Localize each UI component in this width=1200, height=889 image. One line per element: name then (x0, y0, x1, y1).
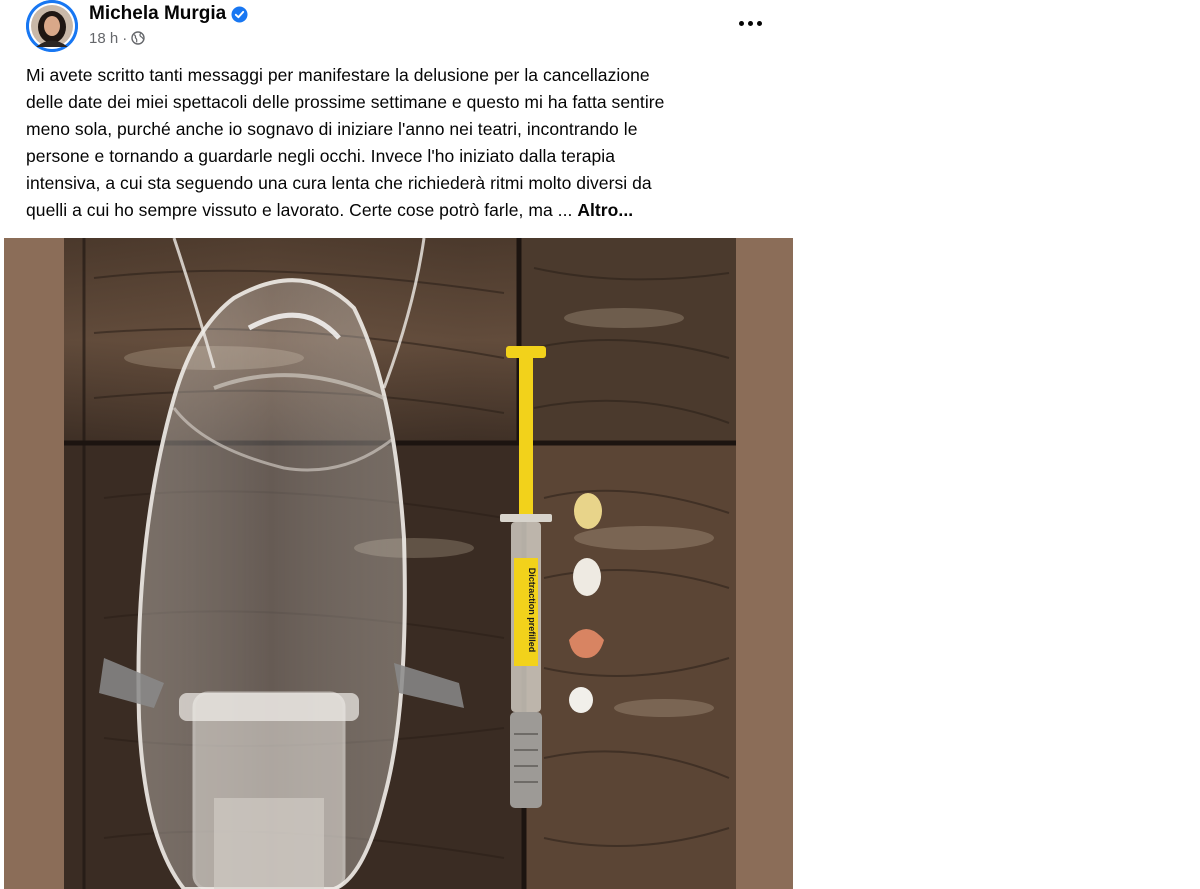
post-text-line: delle date dei miei spettacoli delle pro… (26, 92, 665, 112)
more-options-icon (738, 20, 744, 26)
post-text-line: Mi avete scritto tanti messaggi per mani… (26, 65, 650, 85)
post-text-line: intensiva, a cui sta seguendo una cura l… (26, 173, 652, 193)
post-photo-frame[interactable]: Dictraction prefilled (4, 238, 793, 889)
post-meta: 18 h · (89, 28, 145, 48)
photo-illustration: Dictraction prefilled (64, 238, 736, 889)
author-name[interactable]: Michela Murgia (89, 3, 226, 25)
post-photo[interactable]: Dictraction prefilled (64, 238, 736, 889)
see-more-link[interactable]: Altro... (577, 200, 633, 220)
author-row: Michela Murgia (89, 2, 248, 26)
post-timestamp[interactable]: 18 h (89, 30, 118, 47)
page-background-right (793, 0, 1200, 889)
meta-separator: · (122, 29, 128, 47)
author-avatar[interactable] (26, 0, 78, 52)
post-text-line: meno sola, purché anche io sognavo di in… (26, 119, 638, 139)
post-text-last-line: quelli a cui ho sempre vissuto e lavorat… (26, 197, 778, 224)
post-text-line: persone e tornando a guardarle negli occ… (26, 146, 616, 166)
post-text-line: quelli a cui ho sempre vissuto e lavorat… (26, 200, 578, 220)
post-card: Michela Murgia 18 h · Mi avete scritto t… (4, 0, 793, 889)
globe-icon[interactable] (131, 31, 145, 45)
post-message: Mi avete scritto tanti messaggi per mani… (26, 62, 778, 224)
verified-badge-icon (231, 6, 248, 23)
syringe-label: Dictraction prefilled (527, 568, 537, 653)
more-options-button[interactable] (726, 8, 774, 38)
